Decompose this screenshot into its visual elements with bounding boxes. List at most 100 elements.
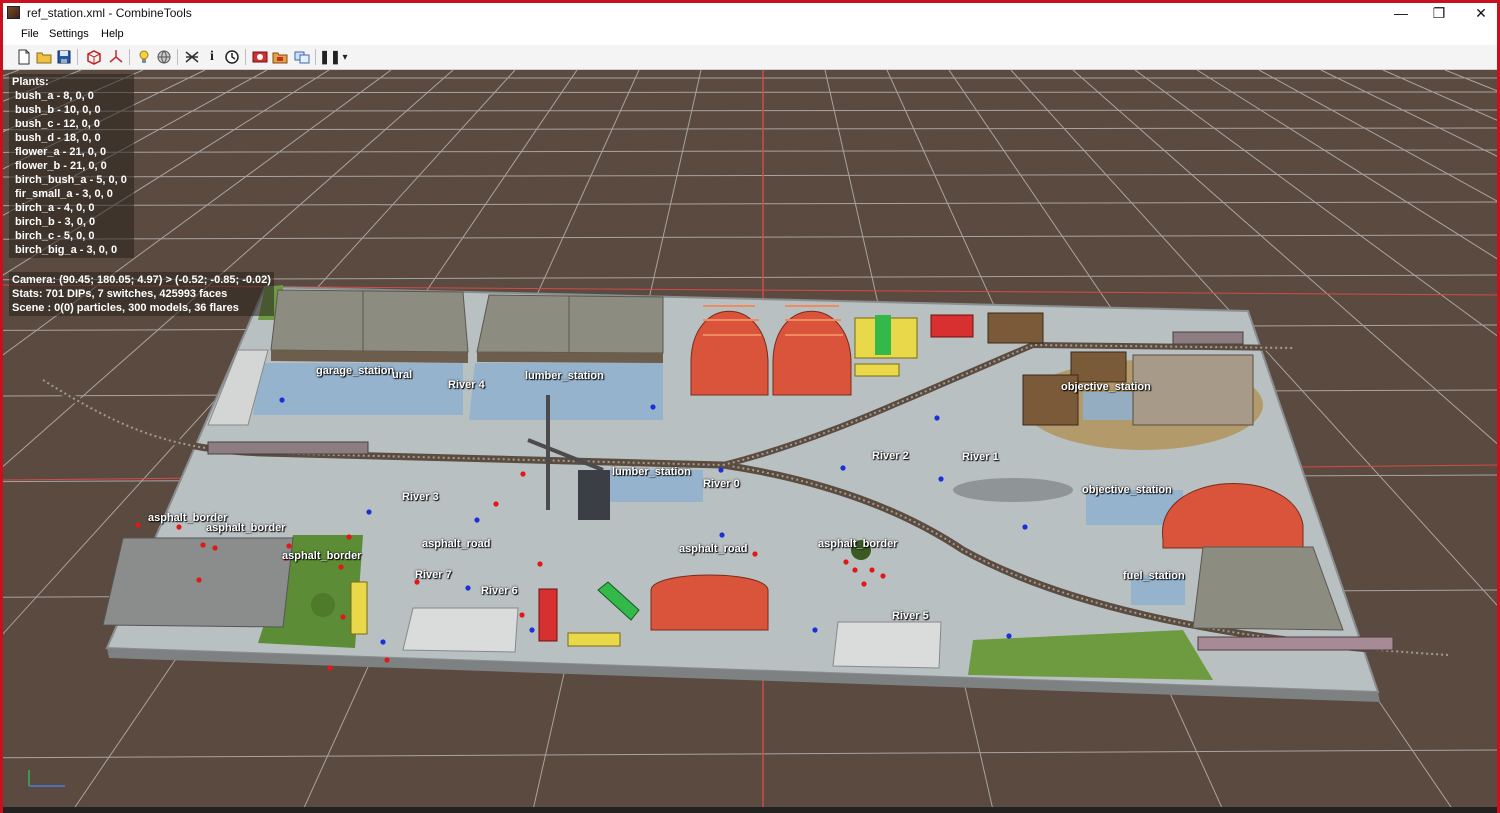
restore-button[interactable]: ❐	[1417, 3, 1461, 25]
scene-label: River 1	[962, 451, 999, 463]
stats-readout: Stats: 701 DIPs, 7 switches, 425993 face…	[12, 288, 228, 300]
plant-row: birch_bush_a - 5, 0, 0	[15, 174, 127, 186]
scene-label: asphalt_road	[679, 543, 748, 555]
log-pile	[1132, 354, 1254, 426]
toolbar: i ❚❚ ▾	[3, 45, 1497, 70]
save-icon[interactable]	[55, 48, 73, 66]
scene-label: objective_station	[1082, 484, 1172, 496]
marker-dot	[869, 567, 875, 573]
scene-readout: Scene : 0(0) particles, 300 models, 36 f…	[12, 302, 239, 314]
scene-label: River 7	[415, 569, 452, 581]
copy-icon[interactable]	[293, 48, 311, 66]
app-window: ref_station.xml - CombineTools — ❐ ✕ Fil…	[0, 0, 1500, 813]
grid-icon[interactable]	[183, 48, 201, 66]
plant-row: flower_a - 21, 0, 0	[15, 146, 107, 158]
marker-dot	[366, 509, 372, 515]
scene-label: asphalt_border	[818, 538, 898, 550]
menu-file[interactable]: File	[16, 28, 44, 40]
log-pile	[987, 312, 1044, 344]
marker-dot	[380, 639, 386, 645]
plant-row: bush_b - 10, 0, 0	[15, 104, 101, 116]
bus	[930, 314, 974, 338]
garage-building	[270, 289, 469, 363]
record-icon[interactable]	[251, 48, 269, 66]
marker-dot	[200, 542, 206, 548]
scene-label: objective_station	[1061, 381, 1151, 393]
marker-dot	[176, 524, 182, 530]
sphere-icon[interactable]	[155, 48, 173, 66]
scene-label: River 0	[703, 478, 740, 490]
marker-dot	[843, 559, 849, 565]
bus	[538, 588, 558, 642]
open-icon[interactable]	[35, 48, 53, 66]
camera-readout: Camera: (90.45; 180.05; 4.97) > (-0.52; …	[12, 274, 271, 286]
marker-dot	[474, 517, 480, 523]
marker-dot	[1022, 524, 1028, 530]
marker-dot	[519, 612, 525, 618]
scene-label: asphalt_road	[422, 538, 491, 550]
marker-dot	[1006, 633, 1012, 639]
scene-label: fuel_station	[1123, 570, 1185, 582]
pause-icon[interactable]: ❚❚	[319, 48, 341, 66]
scene-label: River 4	[448, 379, 485, 391]
plant-row: fir_small_a - 3, 0, 0	[15, 188, 113, 200]
marker-dot	[327, 665, 333, 671]
train-cars	[207, 441, 369, 455]
light-icon[interactable]	[135, 48, 153, 66]
marker-dot	[529, 627, 535, 633]
scene-label: River 3	[402, 491, 439, 503]
marker-dot	[135, 522, 141, 528]
toolbar-separator	[177, 49, 178, 65]
toolbar-separator	[315, 49, 316, 65]
marker-dot	[537, 561, 543, 567]
dropdown-arrow-icon[interactable]: ▾	[339, 48, 351, 66]
warehouse	[832, 621, 942, 669]
info-icon[interactable]: i	[203, 48, 221, 66]
marker-dot	[384, 657, 390, 663]
3d-viewport[interactable]: Plants: bush_a - 8, 0, 0 bush_b - 10, 0,…	[3, 70, 1497, 807]
close-button[interactable]: ✕	[1459, 3, 1500, 25]
toolbar-separator	[129, 49, 130, 65]
marker-dot	[465, 585, 471, 591]
scene-label: River 5	[892, 610, 929, 622]
marker-dot	[719, 532, 725, 538]
bus	[854, 363, 900, 377]
lumber-building	[476, 294, 664, 363]
apartment-building	[102, 537, 294, 628]
marker-dot	[493, 501, 499, 507]
marker-dot	[196, 577, 202, 583]
plant-row: birch_a - 4, 0, 0	[15, 202, 95, 214]
plant-row: birch_c - 5, 0, 0	[15, 230, 95, 242]
plant-row: birch_b - 3, 0, 0	[15, 216, 96, 228]
folder-icon[interactable]	[271, 48, 289, 66]
scene-label: lumber_station	[525, 370, 604, 382]
marker-dot	[650, 404, 656, 410]
plant-row: flower_b - 21, 0, 0	[15, 160, 107, 172]
marker-dot	[520, 471, 526, 477]
marker-dot	[212, 545, 218, 551]
menu-help[interactable]: Help	[96, 28, 129, 40]
train-cars	[1172, 331, 1244, 345]
marker-dot	[934, 415, 940, 421]
menu-settings[interactable]: Settings	[44, 28, 94, 40]
toolbar-separator	[77, 49, 78, 65]
plants-header: Plants:	[12, 76, 49, 88]
scene-label: ural	[392, 369, 413, 381]
marker-dot	[718, 467, 724, 473]
axis-icon[interactable]	[107, 48, 125, 66]
station-map	[41, 285, 1449, 702]
tree	[311, 593, 335, 617]
clock-icon[interactable]	[223, 48, 241, 66]
scene-canvas	[3, 70, 1497, 807]
plant-row: bush_d - 18, 0, 0	[15, 132, 101, 144]
box-icon[interactable]	[85, 48, 103, 66]
marker-dot	[286, 543, 292, 549]
log-pile	[1070, 351, 1127, 383]
title-bar[interactable]: ref_station.xml - CombineTools — ❐ ✕	[3, 3, 1497, 25]
bus	[350, 581, 368, 635]
status-strip	[3, 807, 1497, 813]
new-icon[interactable]	[15, 48, 33, 66]
container	[578, 470, 610, 520]
marker-dot	[840, 465, 846, 471]
plants-panel: Plants: bush_a - 8, 0, 0 bush_b - 10, 0,…	[9, 74, 134, 258]
